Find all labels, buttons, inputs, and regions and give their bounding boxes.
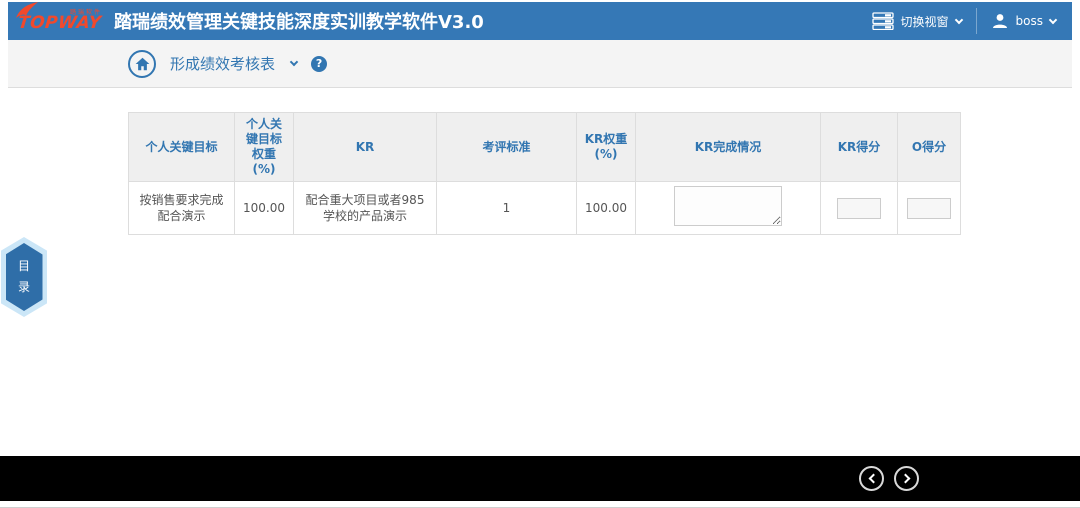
home-button[interactable] [128, 50, 156, 78]
next-step-button[interactable] [894, 466, 919, 491]
header-kr-score: KR得分 [821, 113, 898, 182]
assessment-table: 个人关键目标 个人关键目标权重(%) KR 考评标准 KR权重(%) KR完成情… [128, 112, 961, 235]
footer-bar [0, 456, 1080, 501]
app-header: 踏瑞软件 TOPWAY 踏瑞绩效管理关键技能深度实训教学软件V3.0 切换视窗 … [8, 2, 1072, 40]
help-button[interactable]: ? [311, 56, 327, 72]
cell-criteria: 1 [437, 182, 577, 235]
cell-kr: 配合重大项目或者985学校的产品演示 [294, 182, 437, 235]
o-score-input[interactable] [907, 198, 951, 219]
page-selector-chevron-icon[interactable] [290, 58, 298, 66]
chevron-left-icon [868, 474, 878, 484]
header-objective-weight: 个人关键目标权重(%) [235, 113, 294, 182]
username: boss [1016, 14, 1043, 28]
home-icon [135, 57, 150, 71]
header-o-score: O得分 [898, 113, 961, 182]
header-divider [976, 8, 977, 34]
logo-brand-text: TOPWAY [17, 13, 102, 33]
cell-kr-completion [636, 182, 821, 235]
toc-tab[interactable]: 目录 [1, 237, 47, 317]
chevron-right-icon [900, 474, 910, 484]
kr-score-input[interactable] [837, 198, 881, 219]
assessment-table-container: 个人关键目标 个人关键目标权重(%) KR 考评标准 KR权重(%) KR完成情… [128, 112, 961, 235]
cell-kr-score [821, 182, 898, 235]
chevron-down-icon [954, 15, 962, 23]
header-objective: 个人关键目标 [129, 113, 235, 182]
toc-label: 目录 [18, 256, 31, 298]
topway-logo: 踏瑞软件 TOPWAY [16, 4, 102, 38]
header-criteria: 考评标准 [437, 113, 577, 182]
table-header-row: 个人关键目标 个人关键目标权重(%) KR 考评标准 KR权重(%) KR完成情… [129, 113, 961, 182]
kr-completion-textarea[interactable] [674, 186, 782, 226]
table-row: 按销售要求完成配合演示 100.00 配合重大项目或者985学校的产品演示 1 … [129, 182, 961, 235]
cell-kr-weight: 100.00 [577, 182, 636, 235]
prev-step-button[interactable] [859, 466, 884, 491]
header-kr: KR [294, 113, 437, 182]
user-menu[interactable]: boss [991, 12, 1056, 30]
toc-tab-inner: 目录 [6, 243, 43, 311]
page-title: 形成绩效考核表 [170, 53, 275, 74]
cell-o-score [898, 182, 961, 235]
switch-window-label: 切换视窗 [901, 13, 949, 30]
app-title: 踏瑞绩效管理关键技能深度实训教学软件V3.0 [114, 8, 484, 34]
header-kr-weight: KR权重(%) [577, 113, 636, 182]
question-icon: ? [316, 57, 322, 70]
cell-objective-weight: 100.00 [235, 182, 294, 235]
switch-window-icon [872, 12, 894, 30]
header-kr-completion: KR完成情况 [636, 113, 821, 182]
breadcrumb-bar: 形成绩效考核表 ? [8, 40, 1072, 88]
cell-objective: 按销售要求完成配合演示 [129, 182, 235, 235]
user-icon [991, 12, 1009, 30]
bottom-strip [0, 501, 1080, 508]
switch-window-menu[interactable]: 切换视窗 [872, 12, 962, 30]
chevron-down-icon [1049, 15, 1057, 23]
